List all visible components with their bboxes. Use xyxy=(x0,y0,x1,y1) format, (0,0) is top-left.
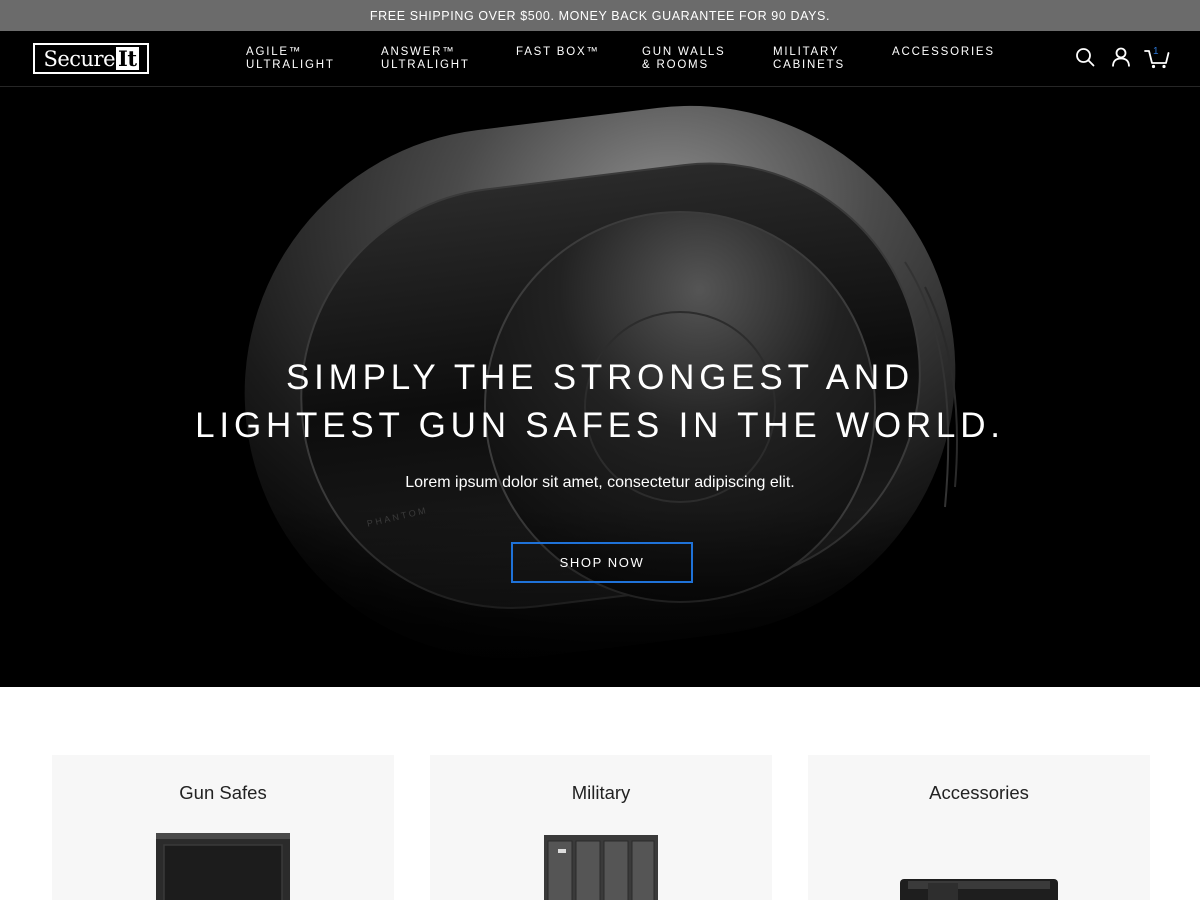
account-icon[interactable] xyxy=(1111,47,1131,67)
announcement-text: FREE SHIPPING OVER $500. MONEY BACK GUAR… xyxy=(369,8,831,23)
nav-label-line1: MILITARY xyxy=(773,46,840,58)
nav-label-line1: ANSWER™ xyxy=(381,46,456,58)
category-card-military[interactable]: Military xyxy=(430,755,772,900)
category-card-accessories[interactable]: Accessories xyxy=(808,755,1150,900)
hero-title-line2: LIGHTEST GUN SAFES IN THE WORLD. xyxy=(195,406,1005,445)
nav-item-agile-ultralight[interactable]: AGILE™ ULTRALIGHT xyxy=(246,46,335,72)
nav-label-line2: & ROOMS xyxy=(642,59,709,71)
nav-label-line2: ULTRALIGHT xyxy=(381,59,470,71)
nav-label-line1: AGILE™ xyxy=(246,46,303,58)
search-icon[interactable] xyxy=(1075,47,1095,67)
logo[interactable]: Secure It xyxy=(33,43,149,74)
category-section: Gun Safes Military Accessories xyxy=(0,687,1200,900)
nav-label-line1: FAST BOX™ xyxy=(516,46,600,58)
logo-text: Secure xyxy=(43,46,116,71)
category-card-gun-safes[interactable]: Gun Safes xyxy=(52,755,394,900)
nav-item-gun-walls-rooms[interactable]: GUN WALLS & ROOMS xyxy=(642,46,726,72)
nav-label-line1: GUN WALLS xyxy=(642,46,726,58)
announcement-bar: FREE SHIPPING OVER $500. MONEY BACK GUAR… xyxy=(0,0,1200,31)
hero-title-line1: SIMPLY THE STRONGEST AND xyxy=(285,358,914,397)
logo-accent: It xyxy=(116,46,139,71)
nav-label-line2: CABINETS xyxy=(773,59,845,71)
nav-label-line1: ACCESSORIES xyxy=(892,46,995,58)
accessories-image xyxy=(900,879,1058,900)
hero-subtitle: Lorem ipsum dolor sit amet, consectetur … xyxy=(405,474,795,491)
military-cabinet-image xyxy=(544,835,658,900)
nav-item-accessories[interactable]: ACCESSORIES xyxy=(892,46,995,59)
nav-item-military-cabinets[interactable]: MILITARY CABINETS xyxy=(773,46,845,72)
nav-item-answer-ultralight[interactable]: ANSWER™ ULTRALIGHT xyxy=(381,46,470,72)
cart-count-badge: 1 xyxy=(1153,46,1159,57)
nav-label-line2: ULTRALIGHT xyxy=(246,59,335,71)
nav-item-fast-box[interactable]: FAST BOX™ xyxy=(516,46,600,59)
shop-now-button[interactable]: SHOP NOW xyxy=(511,542,693,583)
hero-title: SIMPLY THE STRONGEST AND LIGHTEST GUN SA… xyxy=(0,354,1200,450)
site-header: Secure It AGILE™ ULTRALIGHT ANSWER™ ULTRA… xyxy=(0,31,1200,87)
gun-safe-image xyxy=(156,833,290,900)
hero-banner: PHANTOM SIMPLY THE STRONGEST AND LIGHTES… xyxy=(0,87,1200,687)
